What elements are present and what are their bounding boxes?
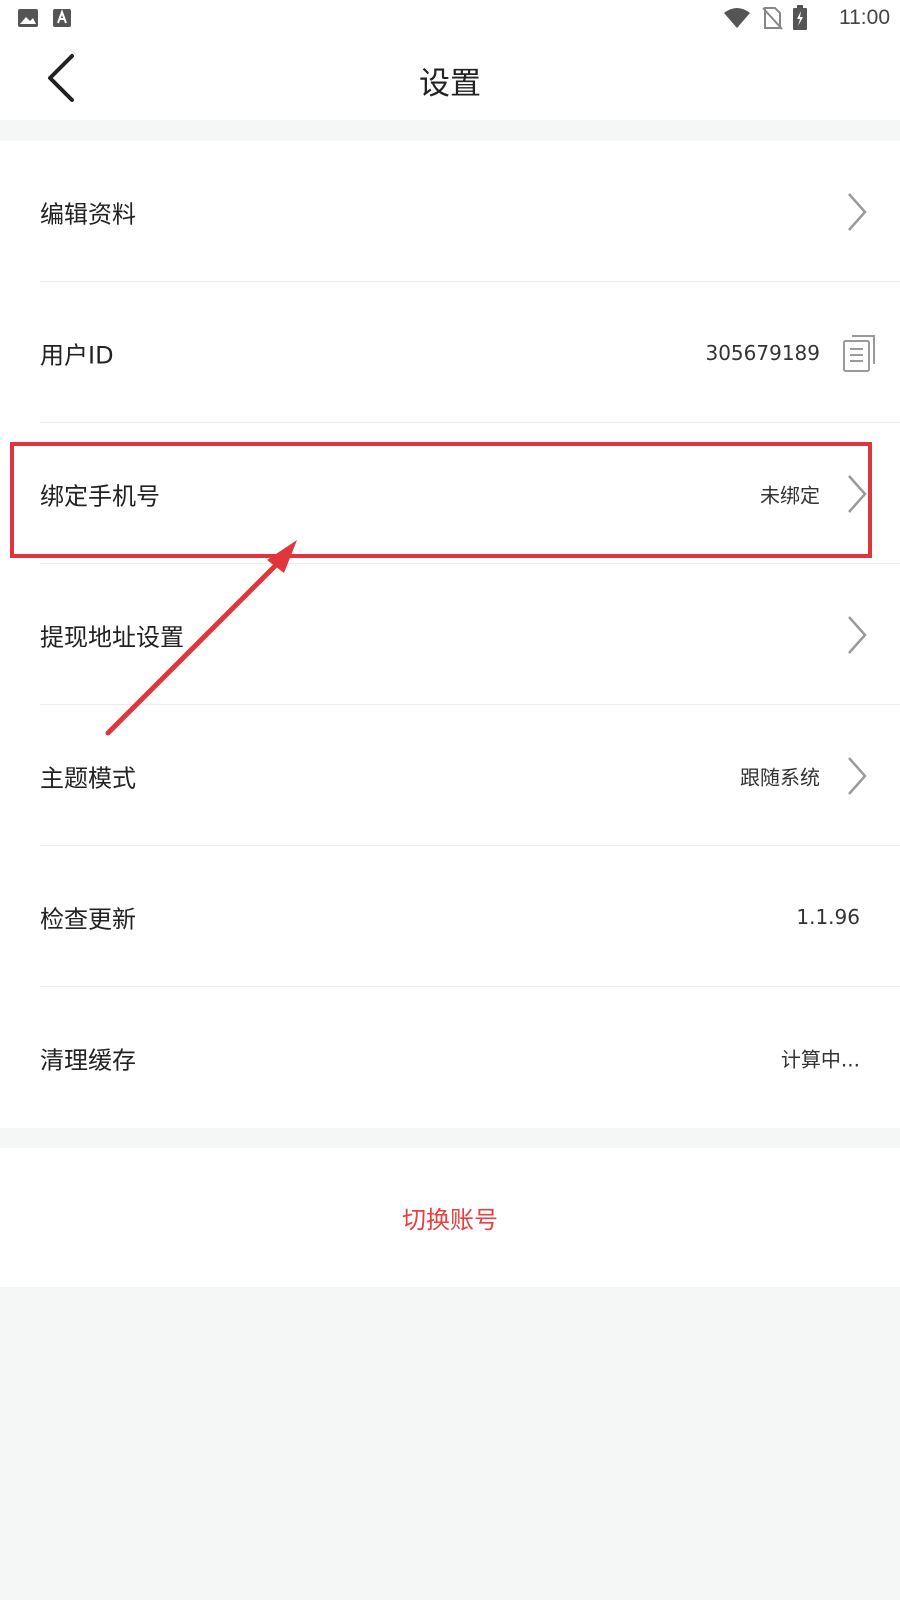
no-sim-icon xyxy=(762,7,783,30)
copy-icon[interactable] xyxy=(842,334,876,372)
status-bar: 11:00 xyxy=(0,0,900,36)
app-header: 设置 xyxy=(0,36,900,120)
settings-row-label: 检查更新 xyxy=(40,905,136,933)
image-icon xyxy=(18,9,38,27)
settings-row-check-update[interactable]: 检查更新 1.1.96 xyxy=(0,846,900,987)
chevron-right-icon xyxy=(844,614,870,656)
settings-list: 编辑资料 用户ID 305679189 绑定手机号 未绑定 提现地址设置 主题模… xyxy=(0,141,900,1128)
app-version-value: 1.1.96 xyxy=(796,904,860,929)
page-title: 设置 xyxy=(419,66,481,102)
switch-account-label: 切换账号 xyxy=(402,1206,498,1234)
wifi-icon xyxy=(724,8,750,28)
switch-account-button[interactable]: 切换账号 xyxy=(0,1148,900,1287)
settings-row-edit-profile[interactable]: 编辑资料 xyxy=(0,141,900,282)
chevron-right-icon xyxy=(844,473,870,515)
chevron-right-icon xyxy=(844,191,870,233)
user-id-value: 305679189 xyxy=(705,340,820,365)
settings-row-bind-phone[interactable]: 绑定手机号 未绑定 xyxy=(0,423,900,564)
settings-screen: 11:00 设置 编辑资料 用户ID 305679189 绑定手机号 未绑定 提… xyxy=(0,0,900,1600)
settings-row-label: 绑定手机号 xyxy=(40,482,160,510)
settings-row-theme-mode[interactable]: 主题模式 跟随系统 xyxy=(0,705,900,846)
settings-row-withdraw-address[interactable]: 提现地址设置 xyxy=(0,564,900,705)
settings-row-label: 主题模式 xyxy=(40,764,136,792)
bind-phone-status: 未绑定 xyxy=(760,483,820,507)
settings-row-label: 用户ID xyxy=(40,341,114,369)
settings-row-user-id: 用户ID 305679189 xyxy=(0,282,900,423)
battery-charging-icon xyxy=(793,5,807,30)
settings-row-clear-cache[interactable]: 清理缓存 计算中... xyxy=(0,987,900,1128)
settings-row-label: 清理缓存 xyxy=(40,1046,136,1074)
cache-size-value: 计算中... xyxy=(780,1047,860,1071)
settings-row-label: 提现地址设置 xyxy=(40,623,184,651)
settings-row-label: 编辑资料 xyxy=(40,200,136,228)
a-badge-icon xyxy=(53,9,71,27)
chevron-right-icon xyxy=(844,755,870,797)
theme-mode-value: 跟随系统 xyxy=(740,765,820,789)
status-time: 11:00 xyxy=(839,6,890,29)
